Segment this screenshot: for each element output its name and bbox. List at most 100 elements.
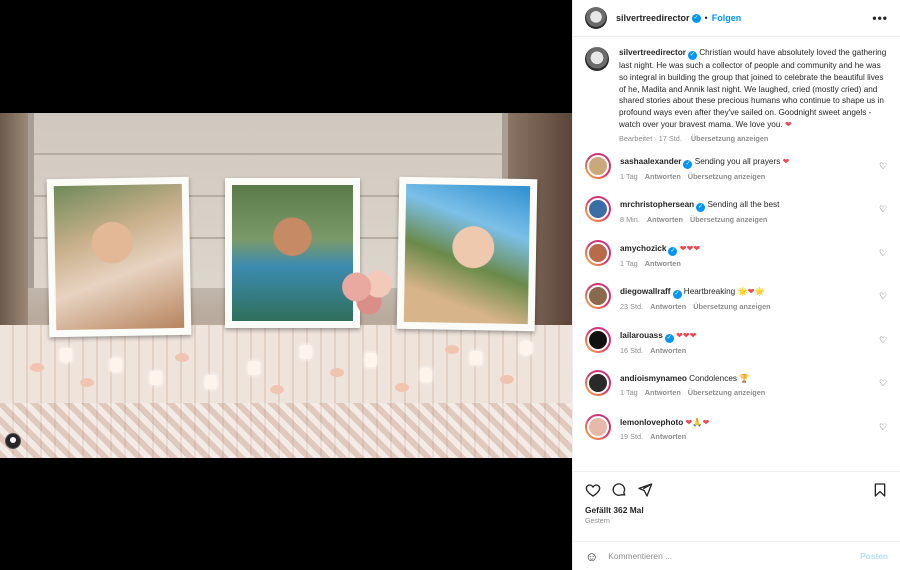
comment-like-icon[interactable]: ♡ <box>878 414 888 433</box>
avatar[interactable] <box>585 196 611 223</box>
verified-badge-icon: ✓ <box>672 290 682 300</box>
petal <box>445 345 459 354</box>
comment-row: mrchristophersean ✓ Sending all the best … <box>585 196 888 240</box>
comment-username[interactable]: diegowallraff <box>620 287 671 296</box>
post-date: Gestern <box>585 518 610 525</box>
translate-link[interactable]: Übersetzung anzeigen <box>688 172 765 181</box>
caption-username[interactable]: silvertreedirector <box>619 48 686 57</box>
comment-emoji: ❤❤❤ <box>676 330 697 340</box>
candle <box>300 345 312 359</box>
follow-button[interactable]: Folgen <box>712 13 742 23</box>
translate-link[interactable]: Übersetzung anzeigen <box>691 134 768 143</box>
comment-time: 16 Std. <box>620 345 644 355</box>
like-icon[interactable] <box>585 482 601 498</box>
candle <box>60 348 72 362</box>
comment-time: 23 Std. <box>620 302 644 312</box>
comment-username[interactable]: sashaalexander <box>620 157 681 166</box>
avatar[interactable] <box>585 152 611 179</box>
comment-username[interactable]: amychozick <box>620 244 666 253</box>
comment-input[interactable]: Kommentieren ... <box>608 551 850 561</box>
flower-vase <box>338 263 400 323</box>
reply-button[interactable]: Antworten <box>647 215 683 224</box>
portrait-frame <box>225 178 360 328</box>
avatar[interactable] <box>585 413 611 440</box>
petal <box>500 375 514 384</box>
avatar[interactable] <box>585 326 611 353</box>
candle <box>520 341 532 355</box>
translate-link[interactable]: Übersetzung anzeigen <box>690 215 767 224</box>
wall-left <box>0 113 28 333</box>
petal <box>30 363 44 372</box>
petal <box>330 368 344 377</box>
comment-row: andioismynameo Condolences 🏆 1 Tag Antwort… <box>585 370 888 414</box>
comment-like-icon[interactable]: ♡ <box>878 283 888 302</box>
comment-text: Sending you all prayers <box>694 156 781 166</box>
separator-dot: • <box>704 13 708 23</box>
tagged-users-icon[interactable] <box>5 433 21 449</box>
candle <box>470 351 482 365</box>
reply-button[interactable]: Antworten <box>645 388 681 397</box>
comment-username[interactable]: lailarouass <box>620 331 663 340</box>
verified-badge-icon: ✓ <box>683 159 693 169</box>
portrait-frame <box>396 176 538 332</box>
comment-emoji: 🌟❤🌟 <box>737 287 765 297</box>
post-comment-button[interactable]: Posten <box>860 551 888 561</box>
save-bookmark-icon[interactable] <box>872 482 888 498</box>
memorial-photo <box>0 113 572 458</box>
action-bar: Gefällt 362 Mal Gestern <box>573 471 900 541</box>
avatar[interactable] <box>585 239 611 266</box>
comment-text: Condolences <box>689 374 737 384</box>
comment-icon[interactable] <box>611 482 627 498</box>
comment-row: diegowallraff ✓ Heartbreaking 🌟❤🌟 23 Std. A… <box>585 283 888 327</box>
reply-button[interactable]: Antworten <box>650 432 686 441</box>
emoji-picker-icon[interactable]: ☺ <box>585 549 598 564</box>
comment-row: lailarouass ✓ ❤❤❤ 16 Std. Antworten ♡ <box>585 326 888 371</box>
verified-badge-icon: ✓ <box>668 246 678 256</box>
comment-rows: sashaalexander ✓ Sending you all prayers … <box>585 152 888 458</box>
comment-text: Heartbreaking <box>683 287 736 297</box>
comment-emoji: ❤❤❤ <box>679 243 701 253</box>
translate-link[interactable]: Übersetzung anzeigen <box>693 302 770 311</box>
comment-username[interactable]: andioismynameo <box>620 374 687 383</box>
comment-like-icon[interactable]: ♡ <box>878 370 888 389</box>
more-options-icon[interactable]: ••• <box>872 11 888 25</box>
avatar[interactable] <box>585 283 611 310</box>
candle <box>110 358 122 372</box>
table-cloth <box>0 325 572 458</box>
petal <box>270 385 284 394</box>
avatar[interactable] <box>585 370 611 397</box>
comment-composer: ☺ Kommentieren ... Posten <box>573 541 900 570</box>
comment-username[interactable]: mrchristophersean <box>620 200 694 209</box>
comment-time: 1 Tag <box>620 258 638 268</box>
comments-list[interactable]: silvertreedirector ✓ Christian would have… <box>573 37 900 471</box>
comment-row: sashaalexander ✓ Sending you all prayers … <box>585 152 888 197</box>
avatar[interactable] <box>585 7 607 29</box>
heart-emoji: ❤ <box>784 119 792 129</box>
reply-button[interactable]: Antworten <box>645 172 681 181</box>
reply-button[interactable]: Antworten <box>650 302 686 311</box>
avatar[interactable] <box>585 47 609 71</box>
verified-badge-icon: ✓ <box>687 51 697 60</box>
comment-like-icon[interactable]: ♡ <box>878 240 888 259</box>
reply-button[interactable]: Antworten <box>645 259 681 268</box>
comment-emoji: 🏆 <box>739 374 750 384</box>
share-icon[interactable] <box>637 482 653 498</box>
petal <box>395 383 409 392</box>
post-sidebar: silvertreedirector ✓ • Folgen ••• silver… <box>572 0 900 570</box>
candle <box>205 375 217 389</box>
likes-count[interactable]: Gefällt 362 Mal <box>585 505 888 515</box>
caption: silvertreedirector ✓ Christian would have… <box>585 47 888 143</box>
comment-time: 1 Tag <box>620 388 638 398</box>
reply-button[interactable]: Antworten <box>650 346 686 355</box>
comment-like-icon[interactable]: ♡ <box>878 327 888 346</box>
comment-emoji: ❤🙏❤ <box>685 417 710 427</box>
translate-link[interactable]: Übersetzung anzeigen <box>688 388 765 397</box>
comment-like-icon[interactable]: ♡ <box>878 196 888 215</box>
candle <box>150 371 162 385</box>
verified-badge-icon: ✓ <box>696 203 706 213</box>
post-media[interactable] <box>0 0 572 570</box>
comment-username[interactable]: lemonlovephoto <box>620 418 683 427</box>
comment-like-icon[interactable]: ♡ <box>878 153 888 172</box>
post-username[interactable]: silvertreedirector <box>616 13 690 23</box>
comment-text: Sending all the best <box>707 200 780 210</box>
